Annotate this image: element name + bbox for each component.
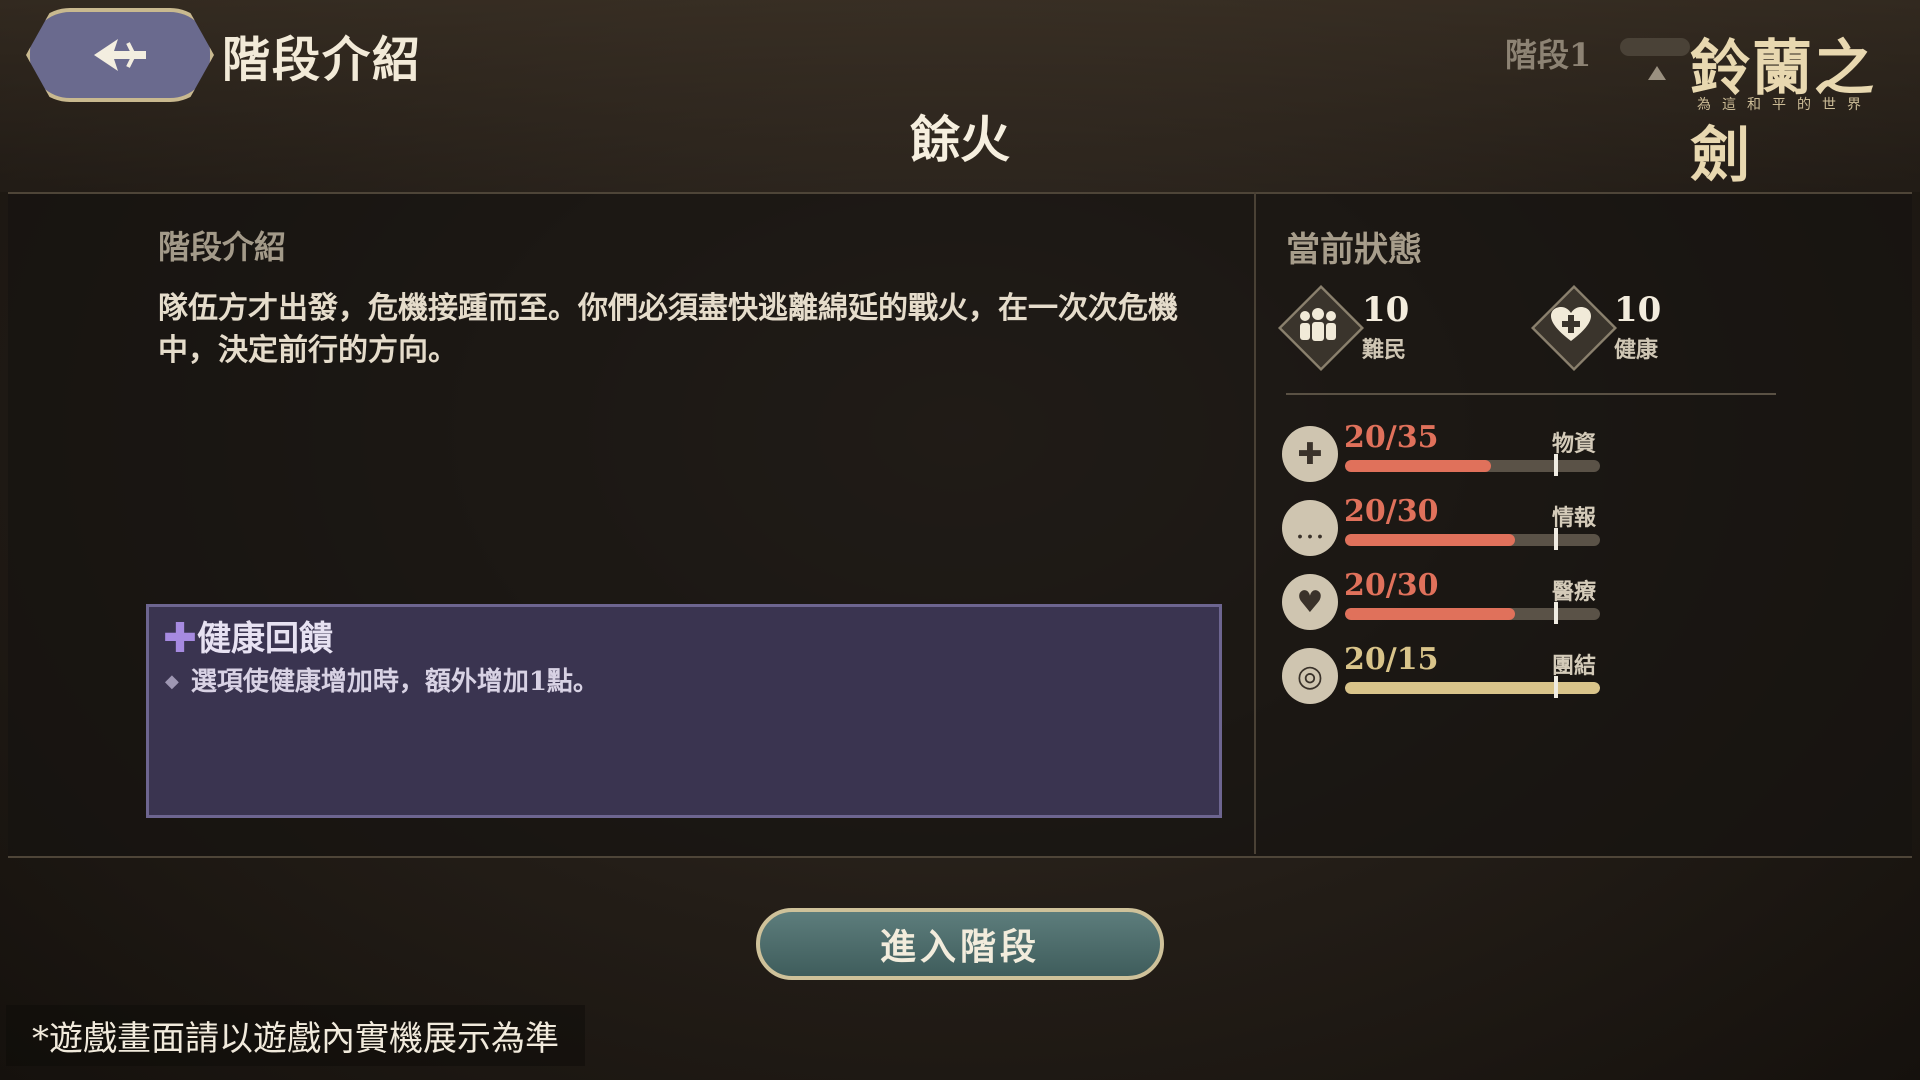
refugees-icon	[1283, 290, 1353, 360]
resource-threshold-marker	[1554, 676, 1559, 698]
page-title: 階段介紹	[222, 32, 423, 88]
resource-value: 20/30	[1344, 568, 1439, 603]
bullet-icon: ◆	[165, 671, 179, 692]
disclaimer-text: *遊戲畫面請以遊戲內實機展示為準	[6, 1005, 585, 1066]
resource-progress-fill	[1345, 682, 1600, 694]
refugees-label: 難民	[1362, 337, 1407, 363]
intel-speech-icon: …	[1282, 500, 1338, 556]
effect-description: 選項使健康增加時，額外增加1點。	[190, 667, 599, 697]
resource-progress-fill	[1345, 460, 1491, 472]
medical-heart-icon: ♥	[1282, 574, 1338, 630]
unity-swirl-icon: ◎	[1282, 648, 1338, 704]
resource-row: ♥ 20/30 醫療	[1282, 568, 1602, 632]
resource-label: 物資	[1552, 431, 1597, 457]
status-label: 當前狀態	[1286, 230, 1422, 270]
effect-title: 健康回饋	[197, 619, 333, 659]
supplies-bag-icon: ✚	[1282, 426, 1338, 482]
resource-label: 醫療	[1552, 579, 1597, 605]
resource-progress-bar	[1345, 608, 1600, 620]
resource-progress-bar	[1345, 534, 1600, 546]
stage-indicator: 階段1	[1505, 36, 1592, 74]
intro-label: 階段介紹	[158, 228, 287, 266]
resource-label: 情報	[1552, 505, 1597, 531]
stage-description: 隊伍方才出發，危機接踵而至。你們必須盡快逃離綿延的戰火，在一次次危機中，決定前行…	[158, 291, 1178, 368]
resource-row: ✚ 20/35 物資	[1282, 420, 1602, 484]
sparkle-icon: ✚	[163, 619, 197, 659]
health-value: 10	[1614, 290, 1662, 330]
resource-value: 20/30	[1344, 494, 1439, 529]
back-button[interactable]	[26, 8, 214, 102]
health-heart-icon	[1536, 290, 1606, 360]
resource-label: 團結	[1552, 653, 1597, 679]
resource-progress-bar	[1345, 682, 1600, 694]
stage-switch-toggle[interactable]	[1620, 38, 1690, 56]
resource-value: 20/15	[1344, 642, 1439, 677]
back-arrow-icon	[94, 39, 146, 71]
status-divider	[1286, 393, 1776, 395]
refugees-value: 10	[1362, 290, 1410, 330]
resource-value: 20/35	[1344, 420, 1439, 455]
vertical-divider	[1254, 192, 1256, 854]
resource-row: … 20/30 情報	[1282, 494, 1602, 558]
resource-threshold-marker	[1554, 602, 1559, 624]
health-label: 健康	[1614, 337, 1659, 363]
resource-row: ◎ 20/15 團結	[1282, 642, 1602, 706]
resource-threshold-marker	[1554, 528, 1559, 550]
stage-name: 餘火	[910, 110, 1010, 169]
resource-progress-bar	[1345, 460, 1600, 472]
resource-progress-fill	[1345, 534, 1515, 546]
stage-dropdown-arrow-icon[interactable]	[1648, 66, 1666, 80]
effect-box: ✚健康回饋 ◆ 選項使健康增加時，額外增加1點。	[146, 604, 1222, 818]
enter-stage-button[interactable]: 進入階段	[756, 908, 1164, 980]
resource-progress-fill	[1345, 608, 1515, 620]
resource-threshold-marker	[1554, 454, 1559, 476]
